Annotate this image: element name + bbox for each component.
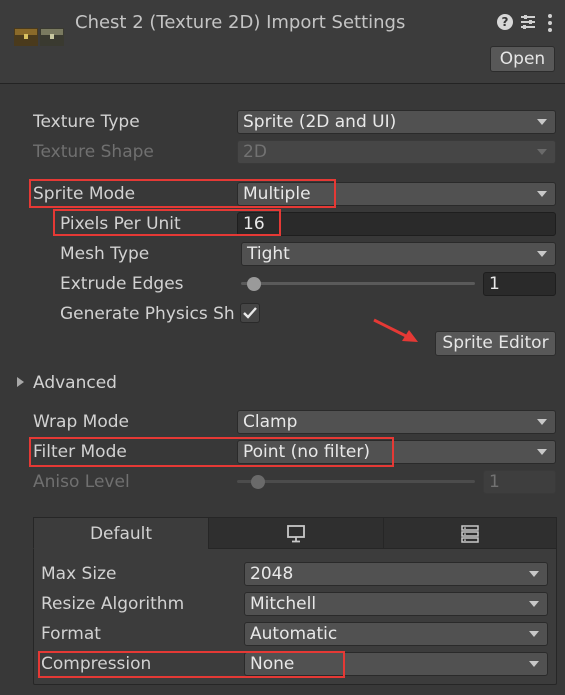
texture-shape-label: Texture Shape xyxy=(33,142,154,162)
generate-physics-checkbox[interactable] xyxy=(240,303,260,323)
pixels-per-unit-input[interactable]: 16 xyxy=(237,212,556,236)
more-icon[interactable] xyxy=(546,12,554,34)
texture-thumbnail xyxy=(14,24,64,48)
wrap-mode-label: Wrap Mode xyxy=(33,412,129,432)
max-size-label: Max Size xyxy=(41,564,117,584)
extrude-edges-slider-thumb[interactable] xyxy=(247,277,261,291)
max-size-value: 2048 xyxy=(250,564,294,584)
advanced-foldout-label[interactable]: Advanced xyxy=(33,371,183,395)
help-icon[interactable]: ? xyxy=(497,14,513,30)
chevron-down-icon xyxy=(529,571,539,577)
texture-type-dropdown[interactable]: Sprite (2D and UI) xyxy=(237,110,556,134)
compression-label: Compression xyxy=(41,654,152,674)
pixels-per-unit-label: Pixels Per Unit xyxy=(60,214,181,234)
aniso-level-slider-thumb xyxy=(251,475,265,489)
tab-default-label: Default xyxy=(89,524,153,544)
chevron-down-icon xyxy=(537,419,547,425)
mesh-type-label: Mesh Type xyxy=(60,244,150,264)
chevron-down-icon xyxy=(537,119,547,125)
resize-algorithm-dropdown[interactable]: Mitchell xyxy=(244,592,548,616)
filter-mode-value: Point (no filter) xyxy=(243,442,371,462)
sprite-mode-label: Sprite Mode xyxy=(33,184,136,204)
wrap-mode-value: Clamp xyxy=(243,412,298,432)
tab-server[interactable] xyxy=(383,517,557,549)
chevron-down-icon xyxy=(537,191,547,197)
tab-default[interactable]: Default xyxy=(33,517,209,549)
resize-algorithm-value: Mitchell xyxy=(250,594,317,614)
filter-mode-dropdown[interactable]: Point (no filter) xyxy=(237,440,556,464)
advanced-foldout-arrow-icon[interactable] xyxy=(17,377,24,387)
resize-algorithm-label: Resize Algorithm xyxy=(41,594,185,614)
extrude-edges-label: Extrude Edges xyxy=(60,274,184,294)
monitor-icon xyxy=(287,525,305,543)
presets-icon[interactable] xyxy=(519,13,537,31)
mesh-type-dropdown[interactable]: Tight xyxy=(241,242,556,266)
pointer-arrow-icon xyxy=(372,318,422,344)
texture-type-label: Texture Type xyxy=(33,112,140,132)
aniso-level-value: 1 xyxy=(489,472,500,492)
compression-dropdown[interactable]: None xyxy=(244,652,548,676)
format-dropdown[interactable]: Automatic xyxy=(244,622,548,646)
format-value: Automatic xyxy=(250,624,338,644)
sprite-editor-button[interactable]: Sprite Editor xyxy=(435,331,556,356)
chevron-down-icon xyxy=(529,631,539,637)
filter-mode-label: Filter Mode xyxy=(33,442,127,462)
extrude-edges-input[interactable]: 1 xyxy=(483,272,556,296)
chevron-down-icon xyxy=(537,449,547,455)
extrude-edges-value: 1 xyxy=(489,274,500,294)
aniso-level-input: 1 xyxy=(483,470,556,494)
window-title: Chest 2 (Texture 2D) Import Settings xyxy=(75,12,406,33)
checkmark-icon xyxy=(243,307,257,319)
tab-standalone[interactable] xyxy=(208,517,384,549)
texture-shape-value: 2D xyxy=(243,142,267,162)
chevron-down-icon xyxy=(529,661,539,667)
aniso-level-slider-track xyxy=(237,480,475,483)
extrude-edges-slider-track[interactable] xyxy=(241,282,475,285)
generate-physics-label: Generate Physics Sh xyxy=(60,304,235,324)
sprite-mode-dropdown[interactable]: Multiple xyxy=(237,182,556,206)
wrap-mode-dropdown[interactable]: Clamp xyxy=(237,410,556,434)
texture-type-value: Sprite (2D and UI) xyxy=(243,112,397,132)
chevron-down-icon xyxy=(537,251,547,257)
chevron-down-icon xyxy=(529,601,539,607)
max-size-dropdown[interactable]: 2048 xyxy=(244,562,548,586)
texture-shape-dropdown: 2D xyxy=(237,140,556,164)
server-icon xyxy=(461,525,479,543)
open-button[interactable]: Open xyxy=(490,46,555,72)
format-label: Format xyxy=(41,624,101,644)
mesh-type-value: Tight xyxy=(247,244,290,264)
chevron-down-icon xyxy=(537,149,547,155)
aniso-level-label: Aniso Level xyxy=(33,472,130,492)
sprite-mode-value: Multiple xyxy=(243,184,311,204)
pixels-per-unit-value: 16 xyxy=(243,214,265,234)
compression-value: None xyxy=(250,654,295,674)
